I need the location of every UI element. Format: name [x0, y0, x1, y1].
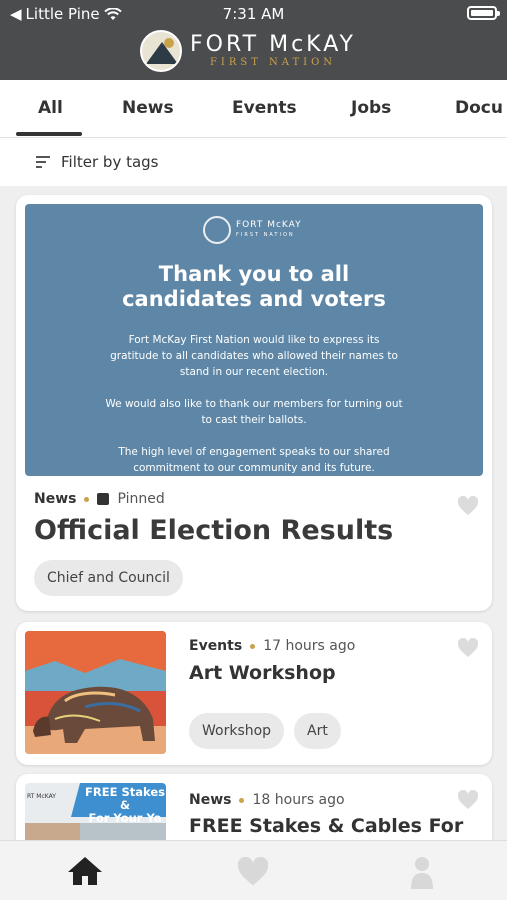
thumb-text-line2: For Your Ya — [88, 811, 162, 825]
post-meta: Events 17 hours ago — [189, 638, 355, 654]
filter-icon — [36, 156, 50, 168]
post-category: Events — [189, 638, 243, 654]
thumb-text: FREE Stakes & For Your Ya — [83, 786, 166, 825]
banner-paragraph: Fort McKay First Nation would like to ex… — [110, 334, 398, 378]
post-title[interactable]: Official Election Results — [34, 515, 393, 546]
banner-logo-sub: FIRST NATION — [236, 232, 295, 238]
home-icon[interactable] — [66, 855, 104, 887]
bottom-navigation — [0, 840, 507, 900]
separator-dot — [239, 797, 245, 803]
tag-chip[interactable]: Art — [294, 713, 341, 749]
banner-headline-line2: candidates and voters — [122, 287, 386, 311]
nation-seal-icon — [140, 30, 182, 72]
tab-all[interactable]: All — [38, 98, 63, 118]
filter-label: Filter by tags — [61, 153, 159, 171]
banner-logo-name: FORT McKAY — [236, 220, 302, 230]
brand-logo: FORT McKAY FIRST NATION — [140, 30, 356, 72]
separator-dot — [250, 643, 256, 649]
banner-body: Fort McKay First Nation would like to ex… — [105, 332, 403, 492]
thumb-header: RT McKAY — [27, 793, 56, 800]
banner-seal-icon — [203, 216, 231, 244]
favorite-heart-icon[interactable] — [457, 638, 479, 658]
post-banner-image: FORT McKAY FIRST NATION Thank you to all … — [25, 204, 483, 476]
app-header: ◀ Little Pine 7:31 AM FORT McKAY FIRST N… — [0, 0, 507, 80]
status-bar: ◀ Little Pine 7:31 AM — [0, 0, 507, 28]
post-time: 18 hours ago — [252, 792, 345, 808]
banner-paragraph: The high level of engagement speaks to o… — [118, 446, 390, 474]
post-meta: News Pinned — [34, 491, 165, 507]
post-category: News — [34, 491, 77, 507]
tab-documents[interactable]: Docu — [455, 98, 503, 118]
post-title[interactable]: FREE Stakes & Cables For — [189, 815, 463, 837]
post-card-art-workshop[interactable]: Events 17 hours ago Art Workshop Worksho… — [16, 622, 492, 765]
tag-chip[interactable]: Chief and Council — [34, 560, 183, 596]
favorite-heart-icon[interactable] — [457, 790, 479, 810]
thumb-text-line1: FREE Stakes & — [85, 785, 165, 812]
banner-headline: Thank you to all candidates and voters — [25, 262, 483, 312]
person-icon[interactable] — [408, 855, 436, 889]
favorite-heart-icon[interactable] — [457, 496, 479, 516]
bear-painting-image — [25, 631, 166, 754]
post-meta: News 18 hours ago — [189, 792, 345, 808]
post-card-election[interactable]: FORT McKAY FIRST NATION Thank you to all … — [16, 195, 492, 611]
heart-icon[interactable] — [236, 857, 270, 887]
tab-events[interactable]: Events — [232, 98, 297, 118]
clock: 7:31 AM — [222, 5, 285, 23]
battery-icon — [467, 6, 500, 20]
filter-by-tags-button[interactable]: Filter by tags — [0, 138, 507, 186]
brand-subtitle: FIRST NATION — [209, 57, 337, 68]
tab-jobs[interactable]: Jobs — [351, 98, 391, 118]
post-title[interactable]: Art Workshop — [189, 662, 336, 684]
post-category: News — [189, 792, 232, 808]
active-tab-indicator — [16, 132, 82, 136]
tag-chip[interactable]: Workshop — [189, 713, 285, 749]
category-tabs: All News Events Jobs Docu — [0, 80, 507, 138]
tab-news[interactable]: News — [122, 98, 174, 118]
banner-logo: FORT McKAY FIRST NATION — [203, 216, 302, 244]
post-time: 17 hours ago — [263, 638, 356, 654]
pin-icon — [97, 493, 110, 505]
pinned-label: Pinned — [117, 491, 165, 507]
banner-headline-line1: Thank you to all — [158, 262, 350, 286]
banner-paragraph: We would also like to thank our members … — [105, 398, 403, 426]
brand-name: FORT McKAY — [190, 32, 356, 57]
separator-dot — [84, 496, 90, 502]
post-thumbnail — [25, 631, 166, 754]
